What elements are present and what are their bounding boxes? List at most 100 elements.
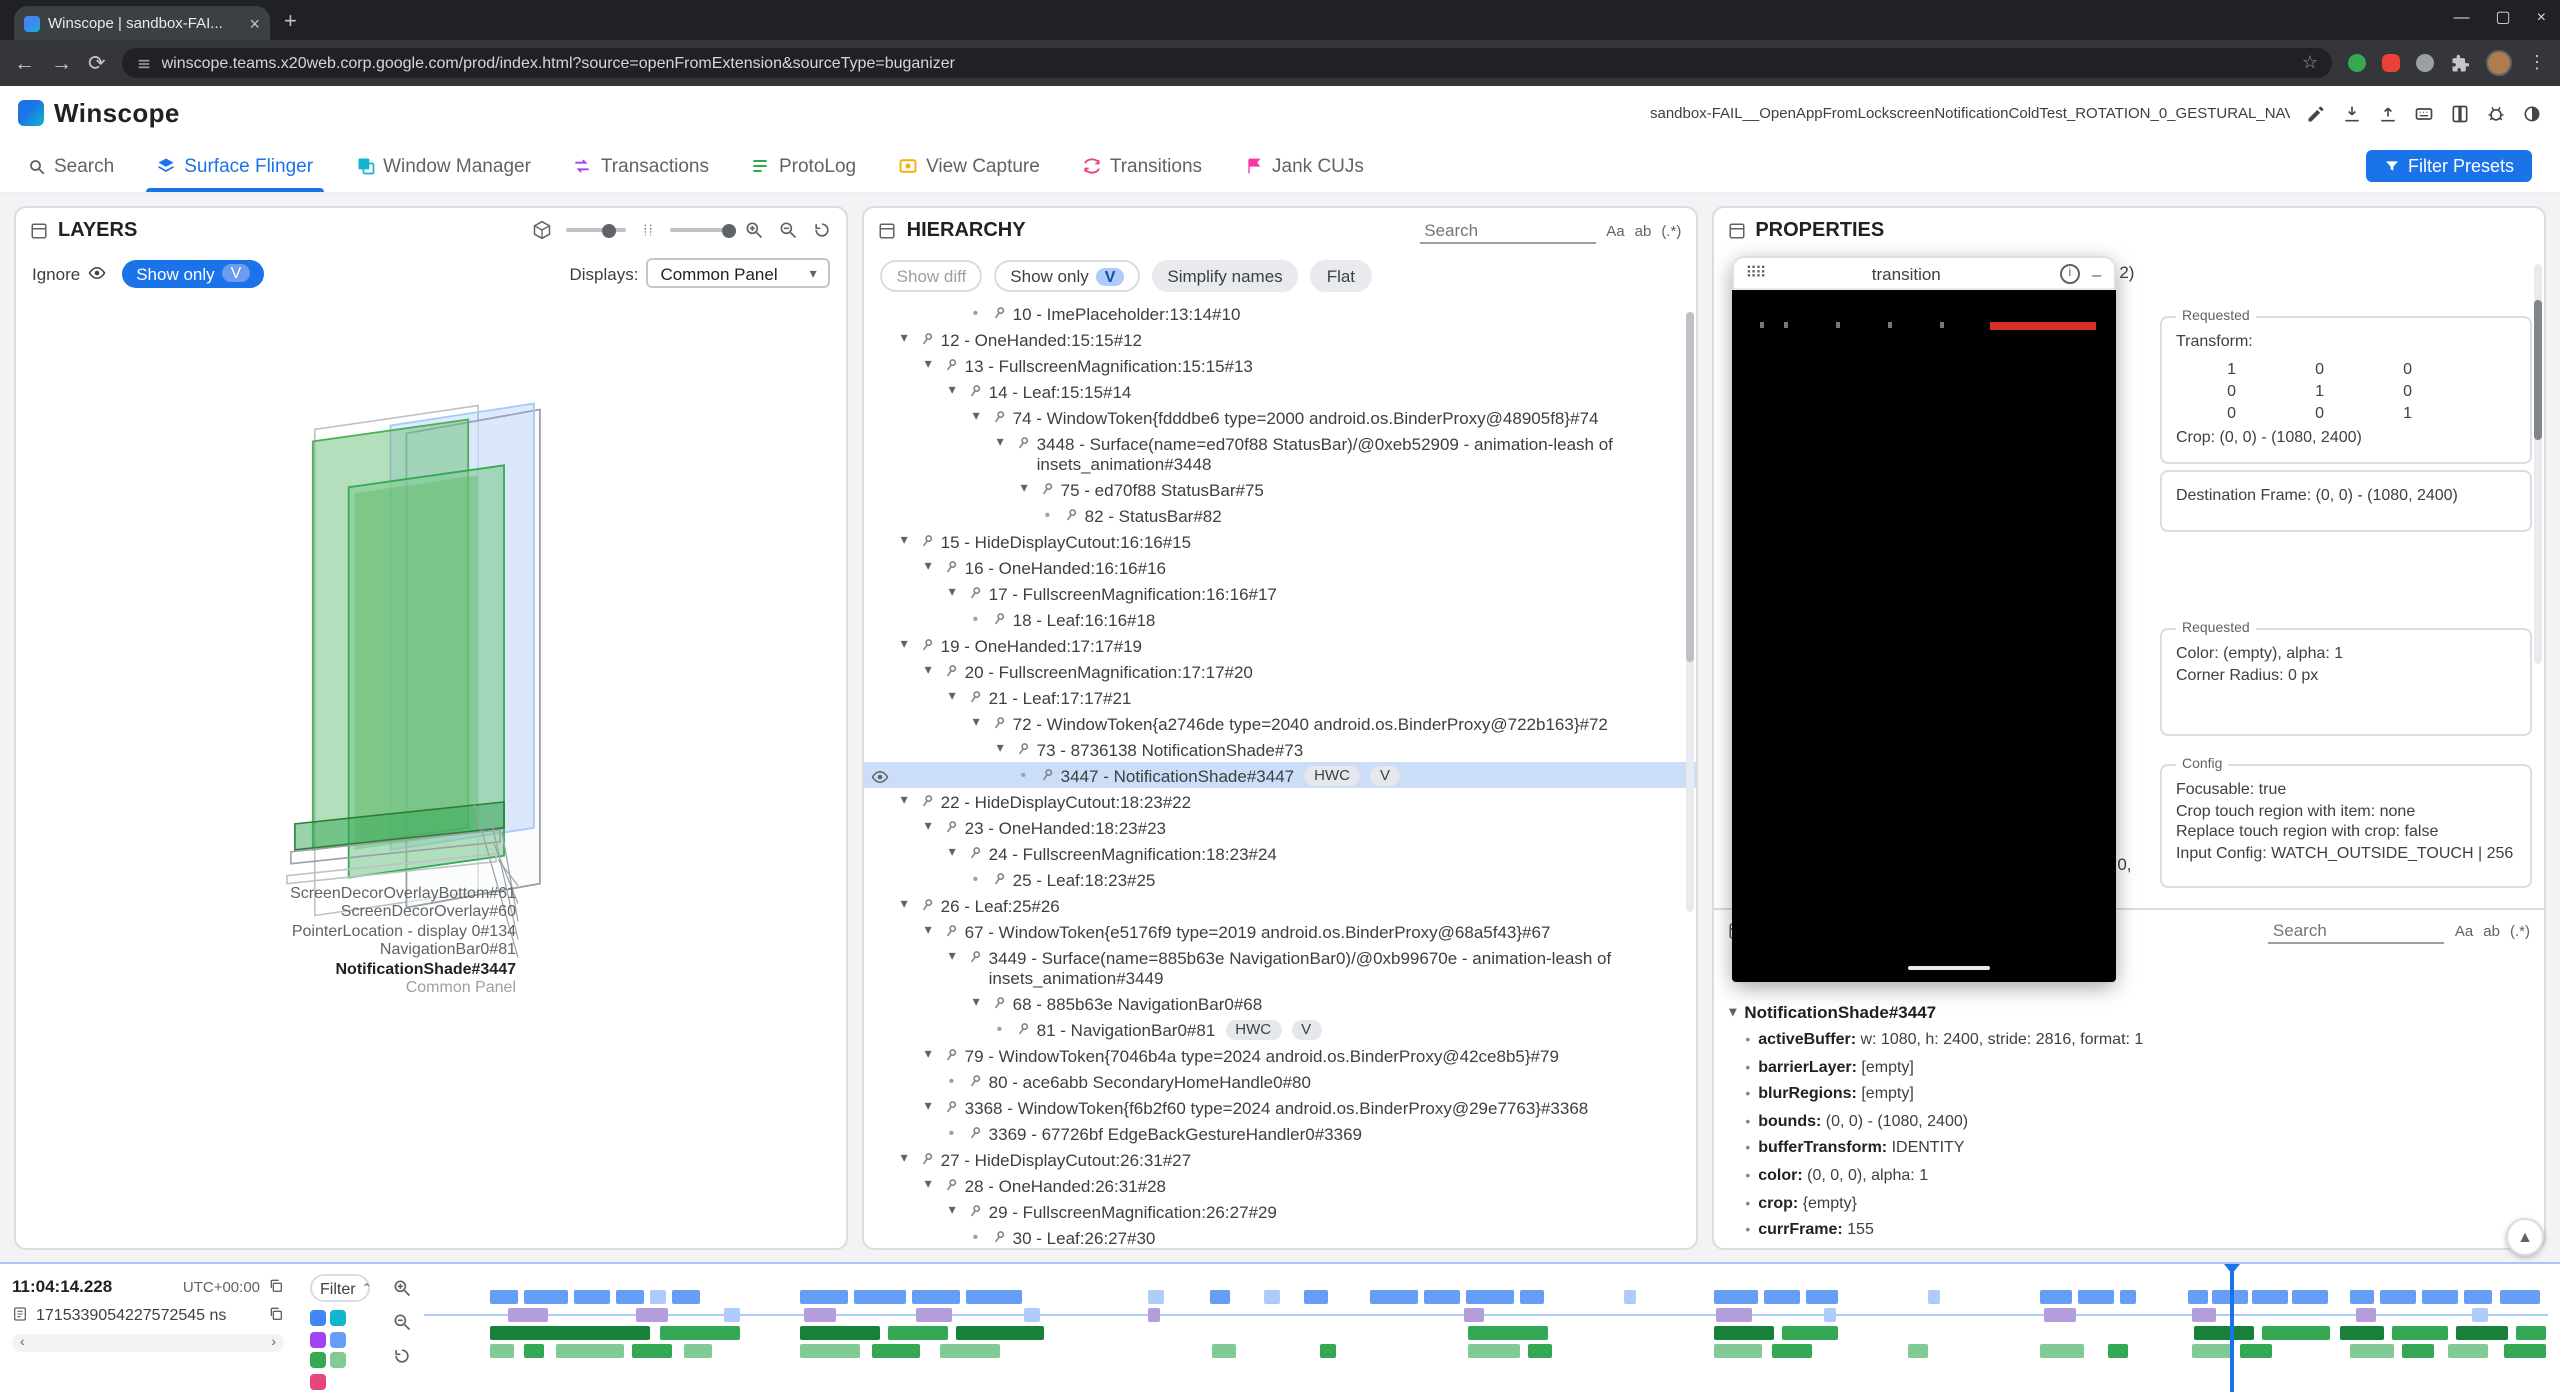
tree-node-label[interactable]: 25 - Leaf:18:23#25: [1013, 869, 1156, 889]
timeline-segment[interactable]: [854, 1290, 906, 1304]
expand-arrow-icon[interactable]: ▾: [949, 947, 967, 967]
dark-mode-icon[interactable]: [2522, 103, 2542, 123]
timeline-segment[interactable]: [966, 1290, 1022, 1304]
timeline-segment[interactable]: [636, 1308, 668, 1322]
tree-row[interactable]: ▾24 - FullscreenMagnification:18:23#24: [865, 840, 1696, 866]
timeline-segment[interactable]: [1370, 1290, 1418, 1304]
timeline-segment[interactable]: [660, 1326, 740, 1340]
pin-icon[interactable]: [919, 1149, 941, 1168]
timeline-segment[interactable]: [800, 1290, 848, 1304]
current-timestamp[interactable]: 11:04:14.228: [12, 1276, 112, 1296]
tree-row[interactable]: ▾73 - 8736138 NotificationShade#73: [865, 736, 1696, 762]
tree-node-label[interactable]: 3448 - Surface(name=ed70f88 StatusBar)/@…: [1037, 433, 1684, 473]
timeline-segment[interactable]: [490, 1344, 514, 1358]
pin-icon[interactable]: [943, 1175, 965, 1194]
match-case-icon[interactable]: Aa: [1606, 221, 1624, 239]
timeline-segment[interactable]: [2188, 1290, 2208, 1304]
tree-node-label[interactable]: 17 - FullscreenMagnification:16:16#17: [989, 583, 1277, 603]
copy-icon[interactable]: [268, 1306, 284, 1322]
reload-icon[interactable]: ⟳: [88, 53, 106, 73]
state-field[interactable]: •activeBuffer: w: 1080, h: 2400, stride:…: [1745, 1028, 2536, 1055]
tree-node-label[interactable]: 3449 - Surface(name=885b63e NavigationBa…: [989, 947, 1684, 987]
tree-node-label[interactable]: 30 - Leaf:26:27#30: [1013, 1227, 1156, 1247]
timeline-zoom-out-icon[interactable]: [392, 1312, 412, 1332]
tree-row[interactable]: •3447 - NotificationShade#3447HWCV: [865, 762, 1696, 788]
timeline-segment[interactable]: [524, 1344, 544, 1358]
timeline-segment[interactable]: [2380, 1290, 2416, 1304]
expand-arrow-icon[interactable]: ▾: [925, 1045, 943, 1065]
timeline-segment[interactable]: [1148, 1290, 1164, 1304]
timeline-segment[interactable]: [2044, 1308, 2076, 1322]
expand-arrow-icon[interactable]: ▾: [925, 1097, 943, 1117]
visibility-eye-icon[interactable]: [871, 767, 891, 785]
forward-icon[interactable]: →: [51, 53, 72, 73]
3d-view-icon[interactable]: [533, 220, 553, 240]
tree-node-label[interactable]: 3447 - NotificationShade#3447: [1061, 765, 1294, 785]
tree-row[interactable]: ▾17 - FullscreenMagnification:16:16#17: [865, 580, 1696, 606]
hierarchy-scrollbar[interactable]: [1685, 312, 1693, 912]
pin-icon[interactable]: [943, 921, 965, 940]
timeline-segment[interactable]: [1466, 1290, 1514, 1304]
expand-arrow-icon[interactable]: ▾: [1729, 1004, 1736, 1020]
timeline-segment[interactable]: [916, 1308, 952, 1322]
timeline-segment[interactable]: [2504, 1344, 2546, 1358]
pin-icon[interactable]: [919, 329, 941, 348]
timeline-segment[interactable]: [2448, 1344, 2488, 1358]
simplify-names-toggle[interactable]: Simplify names: [1151, 260, 1298, 292]
timeline-segment[interactable]: [490, 1326, 650, 1340]
panel-collapse-icon[interactable]: [1727, 221, 1745, 239]
pin-icon[interactable]: [967, 381, 989, 400]
tree-node-label[interactable]: 74 - WindowToken{fdddbe6 type=2000 andro…: [1013, 407, 1599, 427]
tab-view-capture[interactable]: View Capture: [898, 140, 1040, 192]
tree-node-label[interactable]: 22 - HideDisplayCutout:18:23#22: [941, 791, 1191, 811]
timeline-segment[interactable]: [1716, 1308, 1752, 1322]
tree-node-label[interactable]: 10 - ImePlaceholder:13:14#10: [1013, 303, 1241, 323]
extension-icon-green[interactable]: [2348, 54, 2366, 72]
layer-label[interactable]: NotificationShade#3447: [16, 959, 516, 978]
tree-row[interactable]: ▾26 - Leaf:25#26: [865, 892, 1696, 918]
window-minimize-icon[interactable]: —: [2454, 8, 2470, 26]
expand-arrow-icon[interactable]: ▾: [925, 1175, 943, 1195]
timeline-segment[interactable]: [2500, 1290, 2540, 1304]
expand-arrow-icon[interactable]: ▾: [949, 381, 967, 401]
documentation-icon[interactable]: [2450, 103, 2470, 123]
tree-row[interactable]: ▾12 - OneHanded:15:15#12: [865, 326, 1696, 352]
layer-label[interactable]: NavigationBar0#81: [16, 940, 516, 959]
timeline-tracks[interactable]: [424, 1264, 2548, 1392]
tree-row[interactable]: ▾23 - OneHanded:18:23#23: [865, 814, 1696, 840]
panel-collapse-icon[interactable]: [30, 221, 48, 239]
tree-node-label[interactable]: 12 - OneHanded:15:15#12: [941, 329, 1142, 349]
timeline-segment[interactable]: [872, 1344, 920, 1358]
pin-icon[interactable]: [943, 817, 965, 836]
tree-row[interactable]: ▾15 - HideDisplayCutout:16:16#15: [865, 528, 1696, 554]
tree-node-label[interactable]: 3369 - 67726bf EdgeBackGestureHandler0#3…: [989, 1123, 1362, 1143]
expand-arrow-icon[interactable]: ▾: [949, 843, 967, 863]
report-bug-icon[interactable]: [2486, 103, 2506, 123]
tree-row[interactable]: ▾ 74 - WindowToken{fdddbe6 type=2000 andr…: [865, 404, 1696, 430]
hierarchy-search-input[interactable]: [1420, 217, 1596, 243]
zoom-in-icon[interactable]: [745, 220, 765, 240]
rotation-slider[interactable]: [567, 228, 627, 232]
state-field[interactable]: •blurRegions: [empty]: [1745, 1082, 2536, 1109]
timeline-segment[interactable]: [1320, 1344, 1336, 1358]
pin-icon[interactable]: [943, 1097, 965, 1116]
browser-menu-icon[interactable]: ⋮: [2528, 52, 2546, 74]
state-field[interactable]: •bufferTransform: IDENTITY: [1745, 1137, 2536, 1164]
state-field[interactable]: •barrierLayer: [empty]: [1745, 1055, 2536, 1082]
tree-node-label[interactable]: 19 - OneHanded:17:17#19: [941, 635, 1142, 655]
show-diff-toggle[interactable]: Show diff: [881, 260, 983, 292]
layer-label[interactable]: Common Panel: [16, 978, 516, 997]
state-field[interactable]: •dataspace: BT709 sRGB Full range: [1745, 1246, 2536, 1251]
timeline-segment[interactable]: [2456, 1326, 2508, 1340]
url-text[interactable]: winscope.teams.x20web.corp.google.com/pr…: [162, 54, 2292, 72]
expand-arrow-icon[interactable]: ▾: [973, 407, 991, 427]
timeline-segment[interactable]: [800, 1344, 860, 1358]
show-only-toggle[interactable]: Show only V: [994, 260, 1139, 292]
timeline-segment[interactable]: [1210, 1290, 1230, 1304]
expand-arrow-icon[interactable]: ▾: [997, 433, 1015, 453]
timeline-segment[interactable]: [650, 1290, 666, 1304]
pin-icon[interactable]: [967, 1123, 989, 1142]
tree-node-label[interactable]: 15 - HideDisplayCutout:16:16#15: [941, 531, 1191, 551]
tree-row[interactable]: ▾68 - 885b63e NavigationBar0#68: [865, 990, 1696, 1016]
tree-row[interactable]: •25 - Leaf:18:23#25: [865, 866, 1696, 892]
